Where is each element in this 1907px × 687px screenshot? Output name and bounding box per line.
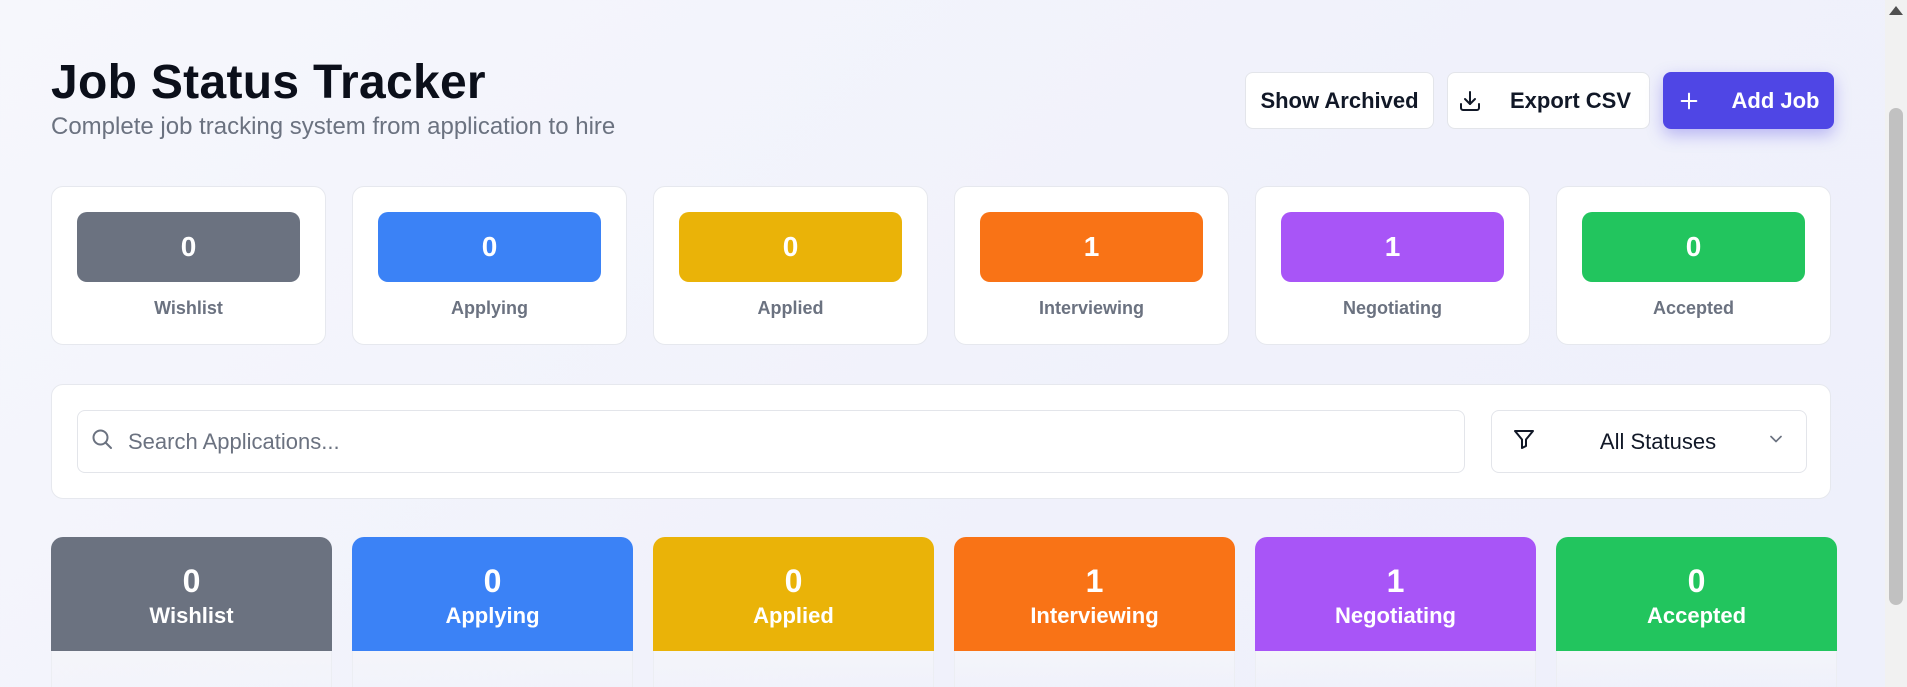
page: Job Status Tracker Complete job tracking… <box>0 0 1885 687</box>
column-accepted: 0 Accepted <box>1556 537 1837 687</box>
export-csv-label: Export CSV <box>1509 87 1632 113</box>
column-body <box>954 651 1235 687</box>
stat-card-interviewing: 1 Interviewing <box>954 186 1229 345</box>
column-header-applying: 0 Applying <box>352 537 633 651</box>
stat-count-applying: 0 <box>378 212 601 282</box>
stat-label-wishlist: Wishlist <box>154 298 223 318</box>
column-count: 0 <box>784 563 803 599</box>
scrollbar-thumb[interactable] <box>1889 108 1903 605</box>
column-count: 0 <box>483 563 502 599</box>
stat-count-wishlist: 0 <box>77 212 300 282</box>
plus-icon <box>1678 90 1700 112</box>
search-filter-panel: All Statuses <box>51 384 1831 499</box>
column-count: 0 <box>182 563 201 599</box>
download-icon <box>1458 89 1482 113</box>
filter-icon <box>1512 427 1536 456</box>
chevron-down-icon <box>1766 429 1786 454</box>
column-title: Applied <box>753 603 834 628</box>
stat-count-accepted: 0 <box>1582 212 1805 282</box>
column-body <box>352 651 633 687</box>
column-interviewing: 1 Interviewing <box>954 537 1235 687</box>
scroll-up-arrow-icon[interactable] <box>1889 6 1903 15</box>
column-negotiating: 1 Negotiating <box>1255 537 1536 687</box>
stat-label-applied: Applied <box>757 298 824 318</box>
column-title: Negotiating <box>1335 603 1456 628</box>
export-csv-button[interactable]: Export CSV <box>1447 72 1650 129</box>
column-title: Interviewing <box>1030 603 1159 628</box>
stat-label-negotiating: Negotiating <box>1343 298 1442 318</box>
show-archived-button[interactable]: Show Archived <box>1245 72 1434 129</box>
column-applying: 0 Applying <box>352 537 633 687</box>
column-header-applied: 0 Applied <box>653 537 934 651</box>
search-input[interactable] <box>128 428 1428 455</box>
search-box[interactable] <box>77 410 1465 473</box>
stat-label-interviewing: Interviewing <box>1038 298 1145 318</box>
stat-card-applying: 0 Applying <box>352 186 627 345</box>
stat-card-wishlist: 0 Wishlist <box>51 186 326 345</box>
stat-label-applying: Applying <box>451 298 528 318</box>
column-title: Applying <box>445 603 540 628</box>
vertical-scrollbar[interactable] <box>1885 0 1907 687</box>
status-filter-select[interactable]: All Statuses <box>1491 410 1807 473</box>
column-header-negotiating: 1 Negotiating <box>1255 537 1536 651</box>
stat-card-applied: 0 Applied <box>653 186 928 345</box>
column-body <box>1556 651 1837 687</box>
stat-count-negotiating: 1 <box>1281 212 1504 282</box>
column-header-wishlist: 0 Wishlist <box>51 537 332 651</box>
status-summary: 0 Wishlist 0 Applying 0 Applied 1 Interv… <box>51 186 1831 345</box>
status-filter-value: All Statuses <box>1599 428 1717 454</box>
column-header-accepted: 0 Accepted <box>1556 537 1837 651</box>
column-applied: 0 Applied <box>653 537 934 687</box>
column-wishlist: 0 Wishlist <box>51 537 332 687</box>
kanban-board: 0 Wishlist 0 Applying 0 Applied 1 Interv… <box>51 537 1837 687</box>
column-body <box>51 651 332 687</box>
stat-count-interviewing: 1 <box>980 212 1203 282</box>
stat-card-negotiating: 1 Negotiating <box>1255 186 1530 345</box>
column-count: 1 <box>1386 563 1405 599</box>
show-archived-label: Show Archived <box>1260 87 1419 113</box>
add-job-button[interactable]: Add Job <box>1663 72 1834 129</box>
column-header-interviewing: 1 Interviewing <box>954 537 1235 651</box>
add-job-label: Add Job <box>1731 87 1820 113</box>
column-title: Wishlist <box>149 603 234 628</box>
column-count: 0 <box>1687 563 1706 599</box>
page-header: Job Status Tracker Complete job tracking… <box>51 55 1834 155</box>
column-body <box>653 651 934 687</box>
stat-label-accepted: Accepted <box>1652 298 1735 318</box>
column-count: 1 <box>1085 563 1104 599</box>
search-icon <box>90 427 114 456</box>
stat-card-accepted: 0 Accepted <box>1556 186 1831 345</box>
stat-count-applied: 0 <box>679 212 902 282</box>
column-body <box>1255 651 1536 687</box>
header-actions: Show Archived Export CSV Add Job <box>1245 72 1834 129</box>
column-title: Accepted <box>1646 603 1747 628</box>
